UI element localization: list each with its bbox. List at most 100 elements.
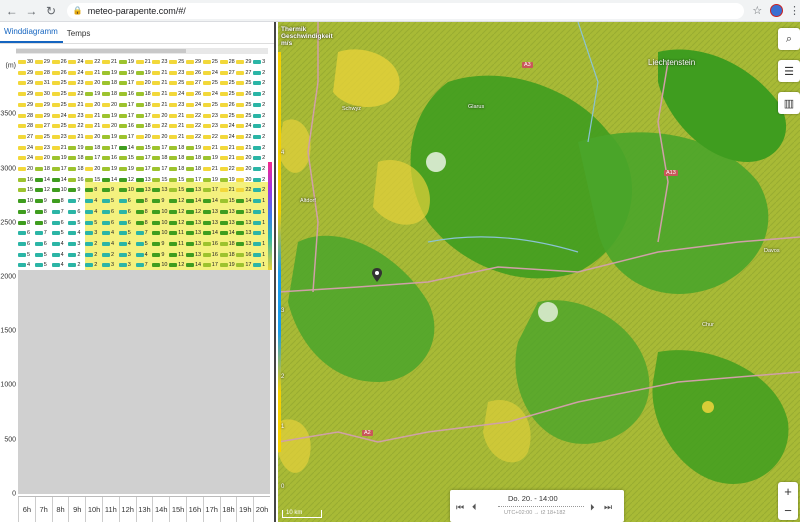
map-view[interactable]: Thermik Geschwindigkeit m/s 4 3 2 1 0 Li…: [278, 22, 800, 522]
wind-arrow-icon: [85, 92, 94, 97]
wind-speed: 18: [94, 144, 101, 151]
legend-number: 2: [281, 374, 285, 380]
hour-tick[interactable]: 16h: [185, 497, 203, 522]
skip-forward-icon[interactable]: ⏭: [604, 502, 612, 513]
wind-arrow-icon: [51, 167, 60, 171]
wind-speed: 18: [228, 251, 235, 258]
wind-cell: 12: [185, 208, 203, 216]
wind-cell: 15: [85, 176, 102, 184]
wind-speed: 19: [127, 166, 134, 172]
menu-kebab-icon[interactable]: ⋮: [789, 4, 800, 17]
wind-arrow-icon: [169, 102, 178, 107]
wind-cell: 8: [135, 197, 153, 205]
wind-arrow-icon: [169, 252, 178, 257]
search-button[interactable]: ⌕: [778, 28, 800, 50]
hour-tick[interactable]: 10h: [85, 497, 102, 522]
hour-tick[interactable]: 8h: [51, 497, 69, 522]
wind-cell: 5: [34, 251, 52, 259]
hour-tick[interactable]: 17h: [202, 497, 220, 522]
tab-winddiagramm[interactable]: Winddiagramm: [0, 27, 63, 43]
hour-tick[interactable]: 13h: [135, 497, 153, 522]
hour-tick[interactable]: 15h: [169, 497, 186, 522]
wind-arrow-icon: [236, 70, 245, 75]
back-button[interactable]: ←: [4, 3, 20, 19]
wind-cell: 14: [219, 229, 237, 237]
wind-speed: 2: [262, 123, 266, 130]
road-tag: A13: [664, 170, 678, 176]
wind-cell: 18: [34, 165, 52, 173]
wind-speed: 4: [94, 208, 98, 215]
wind-cell: 28: [18, 112, 35, 120]
wind-speed: 13: [245, 230, 252, 237]
wind-arrow-icon: [135, 220, 144, 225]
wind-speed: 2: [110, 251, 115, 258]
hour-tick[interactable]: 6h: [18, 497, 35, 522]
horizontal-scrollbar[interactable]: [16, 48, 268, 54]
bookmark-star-icon[interactable]: ☆: [752, 4, 762, 17]
wind-speed: 6: [127, 219, 131, 226]
location-pin-icon[interactable]: [372, 268, 382, 282]
wind-arrow-icon: [51, 92, 60, 97]
wind-arrow-icon: [18, 177, 26, 182]
wind-speed: 30: [43, 91, 50, 98]
wind-speed: 17: [194, 176, 202, 183]
wind-arrow-icon: [253, 231, 262, 236]
wind-arrow-icon: [68, 113, 77, 118]
zoom-out-button[interactable]: −: [778, 501, 798, 520]
wind-cell: 5: [101, 197, 119, 205]
wind-cell: 13: [219, 219, 237, 227]
wind-speed: 25: [211, 80, 218, 87]
hour-tick[interactable]: 9h: [68, 497, 85, 522]
hour-tick[interactable]: 7h: [34, 497, 52, 522]
wind-cell: 23: [68, 79, 85, 87]
wind-arrow-icon: [202, 241, 211, 246]
wind-arrow-icon: [202, 199, 211, 204]
wind-arrow-icon: [202, 156, 211, 161]
wind-arrow-icon: [68, 60, 77, 64]
wind-speed: 8: [43, 219, 47, 226]
wind-speed: 18: [144, 91, 151, 98]
forward-button[interactable]: →: [24, 3, 40, 19]
wind-cell: 7: [135, 261, 153, 269]
wind-cell: 13: [236, 229, 253, 237]
wind-speed: 4: [60, 240, 64, 247]
reload-button[interactable]: ↻: [43, 3, 59, 19]
scrollbar-thumb[interactable]: [16, 49, 186, 53]
hour-tick[interactable]: 12h: [118, 497, 136, 522]
address-bar[interactable]: 🔒 meteo-parapente.com/#/: [66, 2, 745, 19]
wind-speed: 4: [144, 251, 148, 258]
hour-tick[interactable]: 11h: [101, 497, 119, 522]
step-back-icon[interactable]: ⏴: [472, 502, 477, 513]
wind-speed: 26: [228, 101, 235, 108]
wind-arrow-icon: [34, 220, 43, 225]
wind-cell: 2: [68, 251, 85, 259]
zoom-in-button[interactable]: +: [778, 482, 798, 501]
wind-speed: 20: [144, 133, 151, 140]
hour-tick[interactable]: 20h: [253, 497, 270, 522]
wind-arrow-icon: [34, 124, 43, 129]
wind-arrow-icon: [236, 177, 245, 182]
step-forward-icon[interactable]: ⏵: [590, 502, 595, 513]
wind-speed: 16: [77, 176, 84, 183]
wind-cell: 29: [34, 58, 52, 66]
hour-tick[interactable]: 19h: [236, 497, 253, 522]
wind-speed: 13: [194, 240, 202, 247]
wind-speed: 14: [194, 198, 202, 205]
hour-tick[interactable]: 14h: [152, 497, 169, 522]
wind-cell: 16: [118, 122, 136, 130]
settings-button[interactable]: ☰: [778, 60, 800, 82]
wind-cell: 13: [202, 219, 220, 227]
wind-arrow-icon: [68, 156, 77, 161]
profile-avatar[interactable]: [770, 4, 783, 17]
skip-back-icon[interactable]: ⏮: [456, 502, 464, 513]
chart-button[interactable]: ▥: [778, 92, 800, 114]
wind-speed: 11: [178, 230, 184, 237]
hour-tick[interactable]: 18h: [219, 497, 237, 522]
wind-arrow-icon: [18, 241, 26, 246]
wind-speed: 23: [77, 80, 84, 87]
wind-arrow-icon: [118, 231, 127, 236]
tab-temps[interactable]: Temps: [63, 29, 96, 43]
wind-speed: 5: [77, 219, 81, 226]
time-slider[interactable]: [498, 506, 584, 508]
wind-row: 6 7 5 4 3 4 5 7 10 11 13 14 14 13 1: [18, 229, 270, 237]
